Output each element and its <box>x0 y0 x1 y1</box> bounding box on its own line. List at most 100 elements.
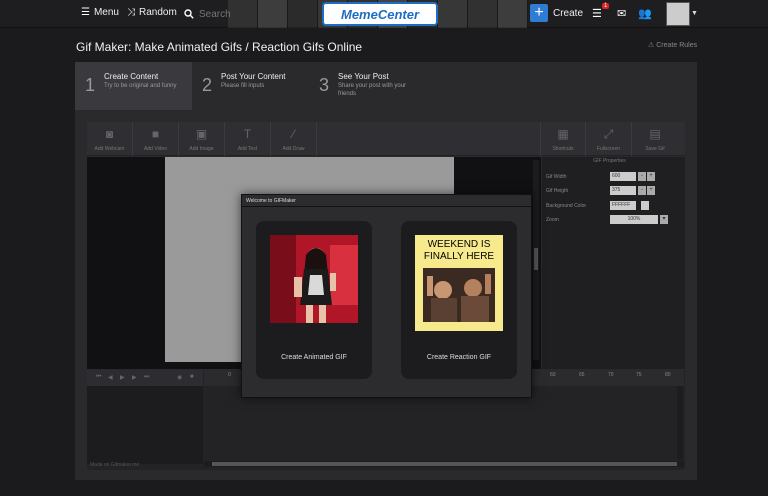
lock-icon[interactable]: ■ <box>190 374 194 380</box>
step-title: See Your Post <box>338 72 389 81</box>
zoom-row: Zoom 100% ▾ <box>546 215 681 225</box>
welcome-modal: Welcome to GIFMaker Create Animated GIF … <box>241 194 532 398</box>
warning-icon: ⚠ <box>648 42 657 49</box>
search-input[interactable] <box>199 8 279 20</box>
hamburger-icon: ☰ <box>81 7 90 18</box>
ruler-tick: 0 <box>228 372 231 378</box>
plus-icon: + <box>534 4 544 21</box>
add-text-button[interactable]: T Add Text <box>225 122 271 156</box>
first-frame-icon[interactable]: ⏮ <box>96 374 101 381</box>
ruler-tick: 60 <box>550 372 556 378</box>
performer-illustration <box>270 235 358 323</box>
animated-gif-label: Create Animated GIF <box>281 354 347 361</box>
ruler-tick: 65 <box>579 372 585 378</box>
ruler-tick: 80 <box>665 372 671 378</box>
color-swatch[interactable] <box>641 201 649 210</box>
search-box <box>184 5 294 23</box>
gif-height-input[interactable]: 375 <box>610 186 636 195</box>
timeline-scrollbar[interactable] <box>204 461 684 467</box>
create-plus-button[interactable]: + <box>530 4 548 22</box>
top-navbar: ☰ Menu ⤨ Random MemeCenter + Create ☰ 1 … <box>0 0 768 28</box>
add-image-button[interactable]: ▣ Add Image <box>179 122 225 156</box>
menu-label: Menu <box>93 7 119 18</box>
video-camera-icon: ■ <box>151 127 160 141</box>
add-draw-button[interactable]: ⁄ Add Draw <box>271 122 317 156</box>
step-subtitle: Try to be original and funny <box>104 83 177 89</box>
ruler-tick: 70 <box>608 372 614 378</box>
brush-icon: ⁄ <box>292 127 295 141</box>
text-icon: T <box>243 127 252 141</box>
reaction-gif-label: Create Reaction GIF <box>426 354 492 361</box>
notifications-icon[interactable]: ☰ <box>592 7 602 20</box>
step-number: 1 <box>85 75 96 95</box>
menu-button[interactable]: ☰ Menu <box>81 7 119 18</box>
gif-height-row: Gif Heigth 375 - + <box>546 186 681 196</box>
gif-properties-panel: GIF Properties Gif Width 600 - + Gif Hei… <box>542 157 685 369</box>
gif-width-input[interactable]: 600 <box>610 172 636 181</box>
notification-badge: 1 <box>602 3 610 9</box>
last-frame-icon[interactable]: ⏭ <box>144 374 149 381</box>
create-label[interactable]: Create <box>553 8 583 19</box>
modal-title: Welcome to GIFMaker <box>246 198 296 204</box>
play-icon[interactable]: ▶ <box>120 374 125 381</box>
keyboard-icon: ▦ <box>557 127 569 141</box>
canvas-scrollbar[interactable] <box>533 160 539 360</box>
mail-icon[interactable]: ✉ <box>617 7 626 20</box>
step-title: Create Content <box>104 72 159 81</box>
timeline-controls: ⏮ ◀ ▶ ▶ ⏭ ◉ ■ <box>87 370 203 386</box>
create-animated-gif-option[interactable]: Create Animated GIF <box>256 221 372 379</box>
add-webcam-button[interactable]: ◙ Add Webcam <box>87 122 133 156</box>
image-icon: ▣ <box>195 127 208 141</box>
ruler-tick: 75 <box>636 372 642 378</box>
webcam-icon: ◙ <box>105 127 114 141</box>
animated-gif-preview <box>270 235 358 323</box>
properties-title: GIF Properties <box>593 158 626 164</box>
memecenter-logo[interactable]: MemeCenter <box>322 2 438 26</box>
crowd-photo <box>423 268 495 322</box>
shortcuts-button[interactable]: ▦ Shortcuts <box>540 122 586 156</box>
friends-icon[interactable]: 👥 <box>638 7 652 20</box>
steps-bar: 1 Create Content Try to be original and … <box>75 62 697 115</box>
random-label: Random <box>139 7 177 18</box>
step-title: Post Your Content <box>221 72 286 81</box>
scrollbar-thumb[interactable] <box>534 248 538 270</box>
avatar[interactable] <box>666 2 690 26</box>
gif-width-row: Gif Width 600 - + <box>546 172 681 182</box>
add-video-button[interactable]: ■ Add Video <box>133 122 179 156</box>
step-number: 2 <box>202 75 213 95</box>
eye-icon[interactable]: ◉ <box>177 374 182 381</box>
timeline-vertical-scrollbar[interactable] <box>677 386 683 460</box>
chevron-down-icon[interactable]: ▼ <box>691 10 698 17</box>
search-icon <box>184 9 194 19</box>
step-subtitle: Please fill inputs <box>221 83 265 89</box>
modal-divider <box>242 206 531 207</box>
create-rules-link[interactable]: ⚠ Create Rules <box>648 41 697 49</box>
chevron-down-icon[interactable]: ▾ <box>660 215 668 224</box>
step-subtitle: Share your post with your friends <box>338 83 407 97</box>
minus-icon[interactable]: - <box>638 186 646 195</box>
meme-caption: WEEKEND IS FINALLY HERE <box>423 239 495 262</box>
next-frame-icon[interactable]: ▶ <box>132 374 137 381</box>
fullscreen-button[interactable]: ⤢ Fullscreen <box>586 122 632 156</box>
bg-color-input[interactable]: FFFFFF <box>610 201 636 210</box>
save-gif-button[interactable]: ▤ Save Gif <box>632 122 678 156</box>
timeline-layers <box>87 386 203 464</box>
step-see-post[interactable]: 3 See Your Post Share your post with you… <box>309 62 426 110</box>
step-create-content[interactable]: 1 Create Content Try to be original and … <box>75 62 192 115</box>
step-number: 3 <box>319 75 330 95</box>
zoom-select[interactable]: 100% <box>610 215 658 224</box>
create-reaction-gif-option[interactable]: WEEKEND IS FINALLY HERE Create Reaction … <box>401 221 517 379</box>
plus-icon[interactable]: + <box>647 172 655 181</box>
random-button[interactable]: ⤨ Random <box>127 7 177 18</box>
fullscreen-icon: ⤢ <box>603 127 614 141</box>
save-icon: ▤ <box>649 127 661 141</box>
background-color-row: Background Color FFFFFF <box>546 201 681 211</box>
plus-icon[interactable]: + <box>647 186 655 195</box>
minus-icon[interactable]: - <box>638 172 646 181</box>
page-title: Gif Maker: Make Animated Gifs / Reaction… <box>76 40 363 54</box>
prev-frame-icon[interactable]: ◀ <box>108 374 113 381</box>
step-post-content[interactable]: 2 Post Your Content Please fill inputs <box>192 62 309 110</box>
timeline-footer: Made on Gifmaker.me <box>90 462 140 468</box>
scrollbar-thumb[interactable] <box>212 462 677 466</box>
reaction-gif-preview: WEEKEND IS FINALLY HERE <box>415 235 503 331</box>
